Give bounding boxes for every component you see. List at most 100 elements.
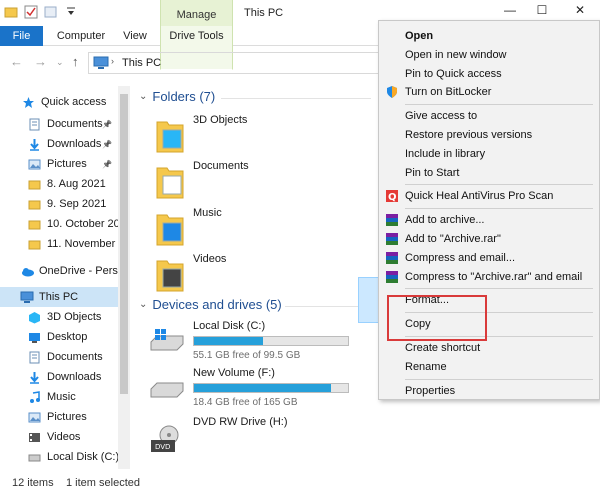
drive-item[interactable]: New Volume (F:) 18.4 GB free of 165 GB — [149, 367, 359, 411]
folder-icon — [28, 238, 41, 251]
recent-locations-chevron-icon[interactable]: ⌄ — [56, 57, 64, 68]
pin-icon: 📌 — [102, 119, 112, 129]
folder-item[interactable]: Videos — [155, 251, 325, 297]
pin-icon: 📌 — [102, 159, 112, 169]
navigation-pane-scrollbar[interactable] — [118, 86, 130, 469]
drive-icon — [28, 451, 41, 464]
sidebar-item-11-november-2021[interactable]: 11. November 2021 — [0, 234, 118, 254]
menu-item-open-in-new-window[interactable]: Open in new window — [379, 46, 599, 64]
sidebar-item-label: Local Disk (C:) — [47, 451, 118, 463]
pictures-icon — [28, 158, 41, 171]
sidebar-item-label: 11. November 2021 — [47, 238, 118, 250]
sidebar-item-downloads[interactable]: Downloads — [0, 367, 118, 387]
drive-free-space: 18.4 GB free of 165 GB — [193, 397, 298, 408]
menu-item-label: Pin to Quick access — [405, 67, 502, 80]
sidebar-item-8-aug-2021[interactable]: 8. Aug 2021 — [0, 174, 118, 194]
sidebar-item-onedrive-personal[interactable]: OneDrive - Personal — [0, 261, 118, 281]
folder-item[interactable]: Documents — [155, 158, 325, 204]
close-button[interactable]: ✕ — [568, 3, 592, 21]
folder-item[interactable]: 3D Objects — [155, 112, 325, 158]
menu-item-include-in-library[interactable]: Include in library — [379, 145, 599, 163]
drive-label: Local Disk (C:) — [193, 320, 266, 332]
menu-item-give-access-to[interactable]: Give access to — [379, 107, 599, 125]
menu-item-quick-heal-antivirus-pro-scan[interactable]: Q Quick Heal AntiVirus Pro Scan — [379, 187, 599, 205]
menu-item-label: Restore previous versions — [405, 129, 533, 141]
menu-item-properties[interactable]: Properties — [379, 382, 599, 400]
menu-item-create-shortcut[interactable]: Create shortcut — [379, 339, 599, 357]
menu-item-add-to-archive-rar[interactable]: Add to "Archive.rar" — [379, 230, 599, 248]
scrollbar-thumb[interactable] — [120, 94, 128, 394]
collapse-chevron-icon[interactable]: ⌄ — [139, 299, 147, 310]
folder-item[interactable]: Music — [155, 205, 325, 251]
documents-icon — [28, 118, 41, 131]
devices-group-header[interactable]: ⌄ Devices and drives (5) — [139, 297, 282, 312]
new-folder-icon[interactable] — [44, 5, 58, 19]
sidebar-item-videos[interactable]: Videos — [0, 427, 118, 447]
sidebar-item-label: Quick access — [41, 96, 107, 108]
menu-item-add-to-archive[interactable]: Add to archive... — [379, 211, 599, 229]
maximize-button[interactable]: ☐ — [530, 3, 554, 21]
sidebar-item-this-pc[interactable]: This PC — [0, 287, 118, 307]
menu-item-turn-on-bitlocker[interactable]: Turn on BitLocker — [379, 83, 599, 101]
menu-separator — [405, 104, 593, 106]
sidebar-item-label: Desktop — [47, 331, 88, 343]
sidebar-item-desktop[interactable]: Desktop — [0, 327, 118, 347]
menu-item-compress-to-archive-rar-and-email[interactable]: Compress to "Archive.rar" and email — [379, 268, 599, 286]
drive-item[interactable]: Local Disk (C:) 55.1 GB free of 99.5 GB — [149, 320, 359, 364]
customize-dropdown-icon[interactable] — [64, 5, 78, 19]
folders-group-header[interactable]: ⌄ Folders (7) — [139, 89, 215, 104]
menu-item-pin-to-quick-access[interactable]: Pin to Quick access — [379, 65, 599, 83]
winrar-icon — [386, 270, 398, 283]
folder-icon[interactable] — [4, 5, 18, 19]
menu-item-compress-and-email[interactable]: Compress and email... — [379, 249, 599, 267]
download-arrow-icon — [28, 138, 41, 151]
collapse-chevron-icon[interactable]: ⌄ — [139, 91, 147, 102]
status-selection: 1 item selected — [66, 477, 140, 489]
menu-item-restore-previous-versions[interactable]: Restore previous versions — [379, 126, 599, 144]
menu-separator — [405, 208, 593, 210]
drive-usage-fill — [194, 337, 264, 345]
sidebar-item-music[interactable]: Music — [0, 387, 118, 407]
up-arrow-icon[interactable]: ↑ — [72, 54, 79, 69]
menu-item-open[interactable]: Open — [379, 27, 599, 45]
properties-check-icon[interactable] — [24, 5, 38, 19]
breadcrumb-chevron-icon[interactable]: › — [111, 56, 114, 66]
menu-item-label: Turn on BitLocker — [405, 86, 492, 99]
menu-item-label: Include in library — [405, 147, 486, 160]
videos-icon — [28, 431, 41, 444]
minimize-button[interactable]: — — [498, 3, 522, 21]
context-menu: Open Open in new window Pin to Quick acces… — [378, 20, 600, 400]
address-bar[interactable]: › This PC — [88, 52, 388, 74]
folder-label: 3D Objects — [193, 114, 248, 126]
tab-file[interactable]: File — [0, 26, 43, 46]
drive-usage-bar — [193, 383, 349, 393]
sidebar-item-label: This PC — [39, 291, 79, 303]
sidebar-item-documents[interactable]: Documents — [0, 347, 118, 367]
back-arrow-icon[interactable]: ← — [10, 54, 23, 69]
sidebar-item-10-october-2021[interactable]: 10. October 2021 — [0, 214, 118, 234]
group-divider — [221, 98, 371, 99]
tab-computer[interactable]: Computer — [54, 26, 108, 46]
tab-manage[interactable]: Manage — [160, 0, 233, 28]
sidebar-item-documents[interactable]: Documents 📌 — [0, 114, 118, 134]
drive-item[interactable]: DVD DVD RW Drive (H:) — [149, 416, 359, 460]
menu-item-pin-to-start[interactable]: Pin to Start — [379, 164, 599, 182]
forward-arrow-icon[interactable]: → — [34, 54, 47, 69]
sidebar-item-downloads[interactable]: Downloads 📌 — [0, 134, 118, 154]
sidebar-item-label: 10. October 2021 — [47, 218, 118, 230]
tab-view[interactable]: View — [116, 26, 154, 46]
menu-separator — [405, 378, 593, 380]
sidebar-item-pictures[interactable]: Pictures 📌 — [0, 154, 118, 174]
desktop-icon — [28, 331, 41, 344]
menu-item-rename[interactable]: Rename — [379, 358, 599, 376]
sidebar-item-quick-access[interactable]: Quick access — [0, 92, 118, 112]
menu-item-label: Pin to Start — [405, 166, 460, 179]
menu-item-label: Properties — [405, 384, 456, 397]
3d-objects-folder-icon — [155, 116, 185, 154]
folder-icon — [28, 198, 41, 211]
sidebar-item-9-sep-2021[interactable]: 9. Sep 2021 — [0, 194, 118, 214]
sidebar-item-pictures[interactable]: Pictures — [0, 407, 118, 427]
sidebar-item-local-disk-c[interactable]: Local Disk (C:) — [0, 447, 118, 467]
computer-icon — [93, 56, 109, 73]
sidebar-item-3d-objects[interactable]: 3D Objects — [0, 307, 118, 327]
